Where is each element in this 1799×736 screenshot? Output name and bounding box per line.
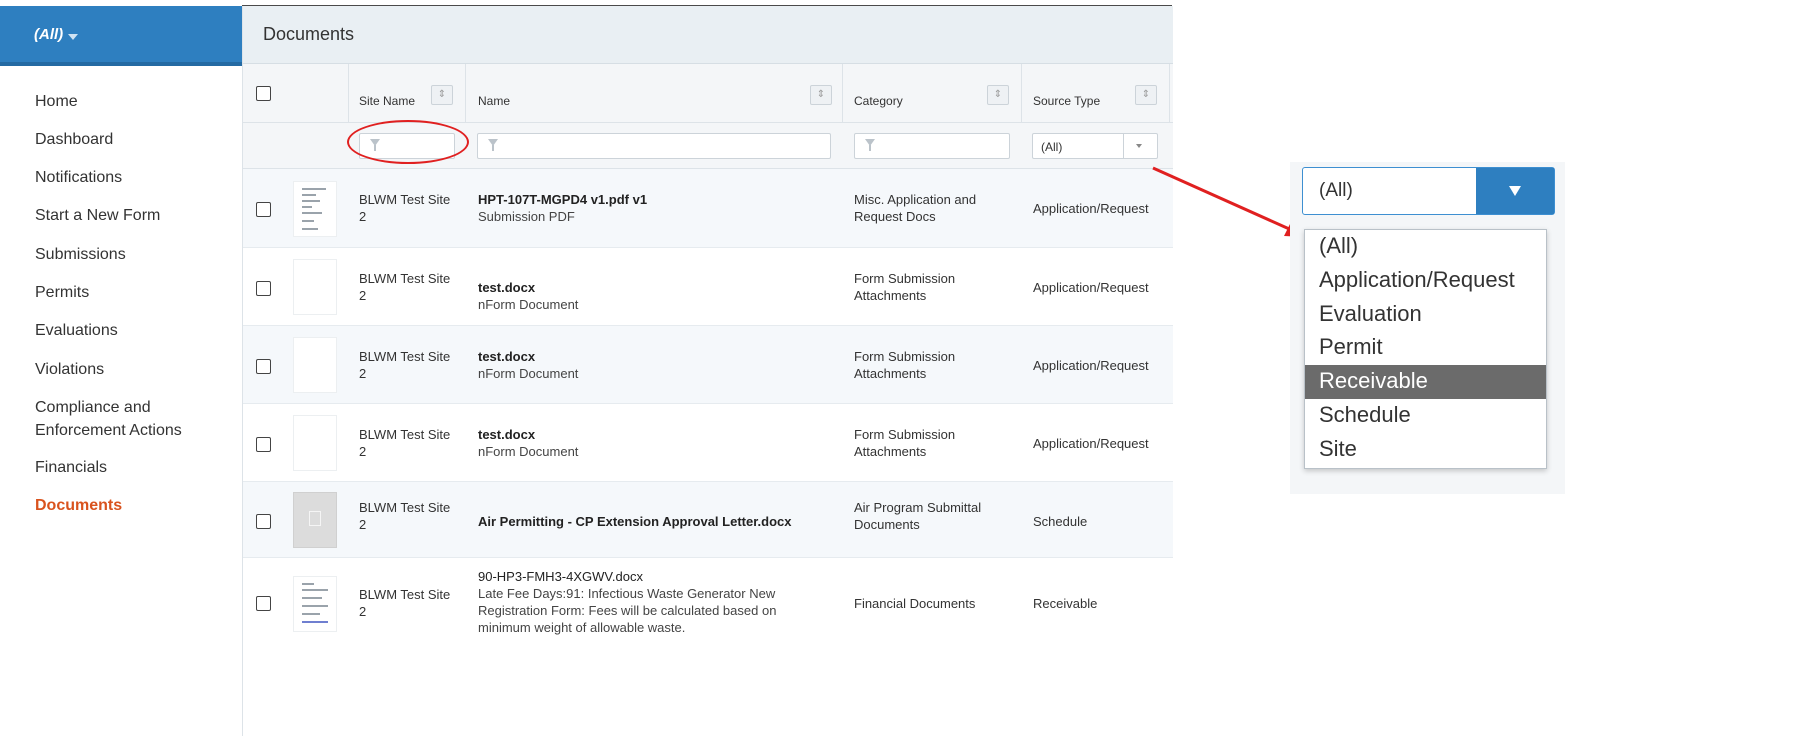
dropdown-button[interactable] [1476,168,1554,214]
dropdown-option-schedule[interactable]: Schedule [1305,399,1546,433]
source-type-select-zoomed[interactable]: (All) [1302,167,1555,215]
source-type-dropdown-callout: (All) (All) Application/Request Evaluati… [1290,162,1565,494]
dropdown-option-application-request[interactable]: Application/Request [1305,264,1546,298]
dropdown-list: (All) Application/Request Evaluation Per… [1304,229,1547,469]
dropdown-option-all[interactable]: (All) [1305,230,1546,264]
dropdown-option-receivable[interactable]: Receivable [1305,365,1546,399]
dropdown-option-permit[interactable]: Permit [1305,331,1546,365]
caret-down-icon [1509,186,1521,196]
dropdown-option-site[interactable]: Site [1305,433,1546,467]
dropdown-option-evaluation[interactable]: Evaluation [1305,298,1546,332]
selected-value: (All) [1319,180,1353,201]
